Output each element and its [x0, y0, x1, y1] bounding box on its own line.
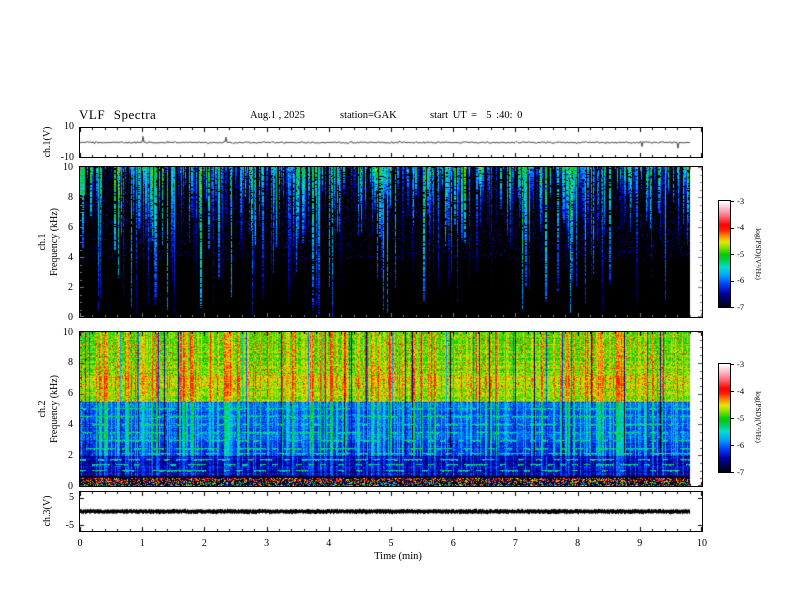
colorbar-tick-label: -4 — [737, 222, 745, 232]
ch2-spec-ytick-label: 10 — [63, 326, 73, 338]
ch2-spec-ytick-label: 8 — [68, 357, 73, 369]
x-tick-label: 0 — [77, 538, 83, 549]
colorbar-tick-label: -6 — [737, 275, 745, 285]
ch2-spec-ytick-label: 6 — [68, 388, 73, 400]
figure-start-ut: start UT = 5 :40: 0 — [430, 110, 523, 121]
ch1-spectrogram — [80, 167, 702, 317]
ch1-spec-ytick-label: 8 — [68, 191, 73, 203]
colorbar-ch1-gradient — [719, 201, 730, 307]
colorbar-tick-label: -7 — [737, 301, 745, 312]
x-tick-label: 1 — [139, 538, 145, 549]
colorbar-tick-mark — [730, 445, 734, 446]
ch2-spec-ytick-label: 2 — [68, 449, 73, 461]
colorbar-tick-label: -7 — [737, 466, 745, 477]
ch1-spec-ytick-label: 10 — [63, 161, 73, 173]
x-tick-label: 5 — [388, 538, 394, 549]
ch1-spec-ytick-label: 2 — [68, 281, 73, 293]
ch1-spec-ytick-label: 6 — [68, 221, 73, 233]
x-axis-label: Time (min) — [374, 551, 422, 562]
ch1-spectrogram-panel — [79, 166, 703, 318]
ch3-voltage-waveform — [80, 492, 702, 531]
ch2-spectrogram-panel — [79, 331, 703, 487]
ch2-spec-ytick-label: 4 — [68, 418, 73, 430]
colorbar-tick-mark — [730, 472, 734, 473]
colorbar-tick-label: -6 — [737, 439, 745, 450]
figure-date: Aug.1 , 2025 — [250, 110, 305, 121]
ch1-spec-channel-label: ch.1 — [37, 233, 48, 251]
vlf-spectra-figure: VLF Spectra Aug.1 , 2025 station=GAK sta… — [0, 0, 792, 612]
colorbar-tick-mark — [730, 254, 734, 255]
x-tick-label: 7 — [512, 538, 518, 549]
x-tick-label: 6 — [450, 538, 456, 549]
x-tick-label: 9 — [637, 538, 643, 549]
x-tick-label: 10 — [697, 538, 707, 549]
ch1-voltage-panel — [79, 127, 703, 158]
x-tick-label: 2 — [201, 538, 207, 549]
ch2-spec-ytick-label: 0 — [68, 480, 73, 492]
colorbar-tick-label: -3 — [737, 358, 745, 369]
ch1-voltage-waveform — [80, 128, 702, 157]
colorbar-tick-label: -3 — [737, 195, 745, 206]
ch2-spectrogram — [80, 332, 702, 486]
colorbar-tick-mark — [730, 228, 734, 229]
colorbar-tick-label: -4 — [737, 385, 745, 396]
colorbar-tick-mark — [730, 281, 734, 282]
ch1-spec-ytick-label: 0 — [68, 311, 73, 323]
colorbar-tick-mark — [730, 201, 734, 202]
colorbar-tick-label: -5 — [737, 412, 745, 423]
colorbar-tick-mark — [730, 364, 734, 365]
x-tick-label: 4 — [326, 538, 332, 549]
colorbar-tick-label: -5 — [737, 248, 745, 259]
ch3-voltage-panel — [79, 491, 703, 532]
x-tick-label: 8 — [575, 538, 581, 549]
colorbar-ch2-gradient — [719, 364, 730, 472]
ch1-spec-ytick-label: 4 — [68, 251, 73, 263]
figure-station: station=GAK — [340, 110, 397, 121]
x-tick-label: 3 — [264, 538, 270, 549]
colorbar-tick-mark — [730, 418, 734, 419]
figure-title: VLF Spectra — [79, 107, 157, 122]
colorbar-tick-mark — [730, 391, 734, 392]
colorbar-tick-mark — [730, 307, 734, 308]
ch3-voltage-axis-label: ch.3(V) — [42, 495, 53, 527]
